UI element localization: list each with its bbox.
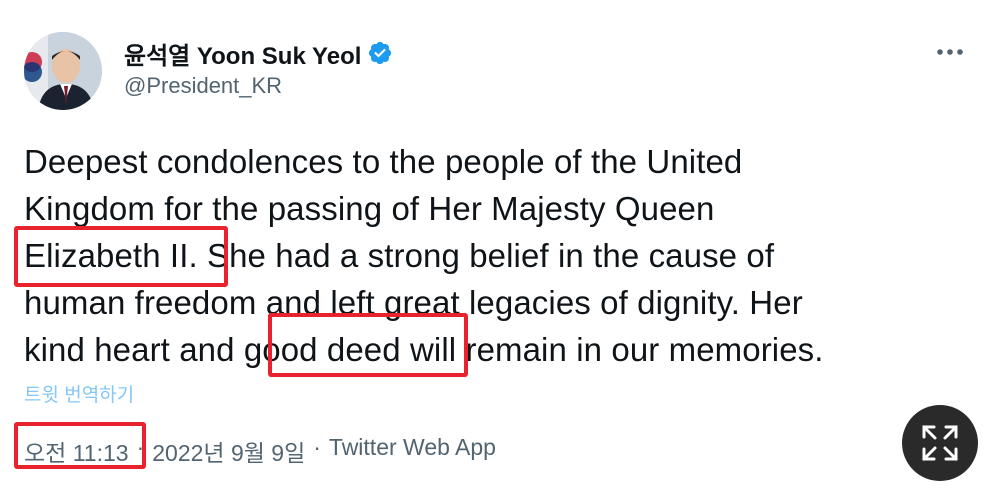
author-name-row: 윤석열 Yoon Suk Yeol <box>124 36 393 71</box>
user-handle[interactable]: @President_KR <box>124 73 282 99</box>
meta-separator: · <box>313 434 321 460</box>
expand-button[interactable] <box>902 405 978 481</box>
more-dots-icon <box>937 49 963 55</box>
tweet-line: Elizabeth II. She had a strong belief in… <box>24 237 775 274</box>
tweet-metadata: 오전 11:13 · 2022년 9월 9일 · Twitter Web App <box>24 434 496 468</box>
tweet-line: kind heart and good deed will remain in … <box>24 331 824 368</box>
tweet-line: Kingdom for the passing of Her Majesty Q… <box>24 190 715 227</box>
meta-separator: · <box>136 434 145 460</box>
tweet-line: human freedom and left great legacies of… <box>24 284 803 321</box>
avatar-image <box>24 32 102 110</box>
tweet-date[interactable]: 2022년 9월 9일 <box>152 434 305 468</box>
tweet-card: 윤석열 Yoon Suk Yeol @President_KR Deepest … <box>0 0 1001 499</box>
tweet-text: Deepest condolences to the people of the… <box>24 138 974 373</box>
avatar[interactable] <box>24 32 102 110</box>
verified-badge-icon <box>367 40 393 66</box>
tweet-line: Deepest condolences to the people of the… <box>24 143 743 180</box>
more-options-button[interactable] <box>930 34 970 70</box>
translate-tweet-link[interactable]: 트윗 번역하기 <box>24 380 134 407</box>
expand-arrows-icon <box>922 425 958 461</box>
tweet-source[interactable]: Twitter Web App <box>329 434 496 468</box>
display-name[interactable]: 윤석열 Yoon Suk Yeol <box>124 36 361 71</box>
tweet-time[interactable]: 오전 11:13 <box>24 434 129 468</box>
